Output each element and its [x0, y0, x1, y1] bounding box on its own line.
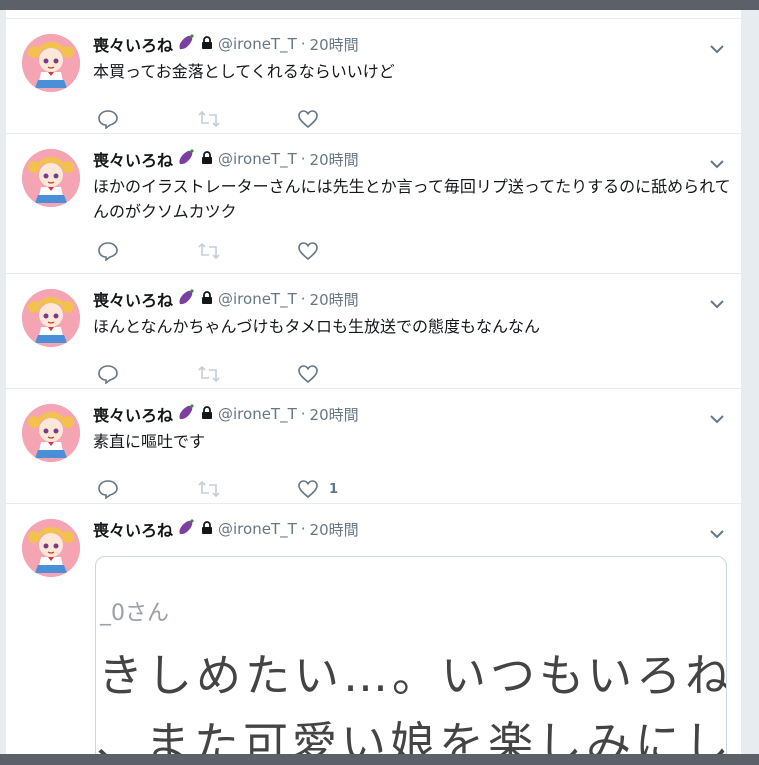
separator-dot: ·	[300, 290, 306, 308]
tweet-header: 喪々いろね @ironeT_T · 20時間	[93, 288, 359, 310]
fullname[interactable]: 喪々いろね	[93, 147, 173, 171]
lock-icon	[201, 150, 213, 169]
tweet-text: ほかのイラストレーターさんには先生とか言って毎回リプ送ってたりするのに舐められて…	[93, 177, 731, 221]
separator-dot: ·	[300, 35, 306, 53]
retweet-icon	[197, 109, 221, 129]
tweet[interactable]: 喪々いろね @ironeT_T · 20時間 素直に嘔吐です 1	[6, 389, 741, 504]
heart-icon	[297, 241, 319, 261]
timestamp[interactable]: 20時間	[310, 34, 359, 55]
tweet-text: 本買ってお金落としてくれるならいいけど	[93, 62, 395, 81]
tweet[interactable]: 喪々いろね @ironeT_T · 20時間 _0さん きしめたい…。いつもいろ…	[6, 504, 741, 754]
separator-dot: ·	[300, 405, 306, 423]
tweet-actions	[97, 240, 397, 262]
like-button[interactable]	[297, 108, 397, 130]
chevron-down-icon[interactable]	[710, 294, 724, 309]
media-image[interactable]: _0さん きしめたい…。いつもいろね 、また可愛い娘を楽しみにし	[95, 556, 727, 754]
timestamp[interactable]: 20時間	[310, 404, 359, 425]
reply-icon	[97, 479, 119, 499]
media-text-line: きしめたい…。いつもいろね	[98, 649, 727, 702]
avatar[interactable]	[22, 289, 80, 347]
timestamp[interactable]: 20時間	[310, 519, 359, 540]
chevron-down-icon[interactable]	[710, 524, 724, 539]
window-bottom-frame	[0, 754, 759, 765]
lock-icon	[201, 290, 213, 309]
eggplant-emoji-icon	[176, 517, 196, 541]
tweet-header: 喪々いろね @ironeT_T · 20時間	[93, 518, 359, 540]
heart-icon	[297, 479, 319, 499]
tweet-header: 喪々いろね @ironeT_T · 20時間	[93, 403, 359, 425]
avatar[interactable]	[22, 519, 80, 577]
media-name-text: _0さん	[100, 601, 169, 626]
tweet[interactable]: 喪々いろね @ironeT_T · 20時間 ほんとなんかちゃんづけもタメロも生…	[6, 274, 741, 389]
lock-icon	[201, 520, 213, 539]
lock-icon	[201, 405, 213, 424]
reply-icon	[97, 364, 119, 384]
retweet-icon	[197, 241, 221, 261]
username[interactable]: @ironeT_T	[218, 405, 297, 423]
reply-icon	[97, 241, 119, 261]
avatar[interactable]	[22, 149, 80, 207]
retweet-icon	[197, 479, 221, 499]
retweet-button[interactable]	[197, 240, 297, 262]
tweet-text: ほんとなんかちゃんづけもタメロも生放送での態度もなんなん	[93, 317, 541, 336]
separator-dot: ·	[300, 520, 306, 538]
retweet-button[interactable]	[197, 478, 297, 500]
reply-button[interactable]	[97, 363, 197, 385]
like-count: 1	[329, 481, 339, 497]
window-top-frame	[0, 0, 759, 10]
retweet-icon	[197, 364, 221, 384]
reply-button[interactable]	[97, 478, 197, 500]
like-button[interactable]: 1	[297, 478, 397, 500]
reply-icon	[97, 109, 119, 129]
username[interactable]: @ironeT_T	[218, 35, 297, 53]
tweet[interactable]: 喪々いろね @ironeT_T · 20時間 ほかのイラストレーターさんには先生…	[6, 134, 741, 274]
timeline: 喪々いろね @ironeT_T · 20時間 本買ってお金落としてくれるならいい…	[6, 10, 741, 754]
fullname[interactable]: 喪々いろね	[93, 287, 173, 311]
timestamp[interactable]: 20時間	[310, 289, 359, 310]
tweet-header: 喪々いろね @ironeT_T · 20時間	[93, 33, 359, 55]
eggplant-emoji-icon	[176, 402, 196, 426]
tweet-header: 喪々いろね @ironeT_T · 20時間	[93, 148, 359, 170]
like-button[interactable]	[297, 240, 397, 262]
eggplant-emoji-icon	[176, 147, 196, 171]
tweet-actions	[97, 363, 397, 385]
fullname[interactable]: 喪々いろね	[93, 402, 173, 426]
heart-icon	[297, 109, 319, 129]
avatar[interactable]	[22, 34, 80, 92]
separator-dot: ·	[300, 150, 306, 168]
reply-button[interactable]	[97, 108, 197, 130]
tweet-actions	[97, 108, 397, 130]
username[interactable]: @ironeT_T	[218, 520, 297, 538]
tweet[interactable]: 喪々いろね @ironeT_T · 20時間 本買ってお金落としてくれるならいい…	[6, 19, 741, 134]
timestamp[interactable]: 20時間	[310, 149, 359, 170]
avatar[interactable]	[22, 404, 80, 462]
timeline-top-divider	[6, 10, 741, 19]
fullname[interactable]: 喪々いろね	[93, 517, 173, 541]
chevron-down-icon[interactable]	[710, 409, 724, 424]
like-button[interactable]	[297, 363, 397, 385]
eggplant-emoji-icon	[176, 287, 196, 311]
retweet-button[interactable]	[197, 108, 297, 130]
fullname[interactable]: 喪々いろね	[93, 32, 173, 56]
username[interactable]: @ironeT_T	[218, 150, 297, 168]
tweet-actions: 1	[97, 478, 397, 500]
username[interactable]: @ironeT_T	[218, 290, 297, 308]
eggplant-emoji-icon	[176, 32, 196, 56]
chevron-down-icon[interactable]	[710, 154, 724, 169]
lock-icon	[201, 35, 213, 54]
retweet-button[interactable]	[197, 363, 297, 385]
heart-icon	[297, 364, 319, 384]
media-text-line: 、また可愛い娘を楽しみにし	[96, 717, 727, 754]
chevron-down-icon[interactable]	[710, 39, 724, 54]
tweet-text: 素直に嘔吐です	[93, 432, 206, 451]
reply-button[interactable]	[97, 240, 197, 262]
